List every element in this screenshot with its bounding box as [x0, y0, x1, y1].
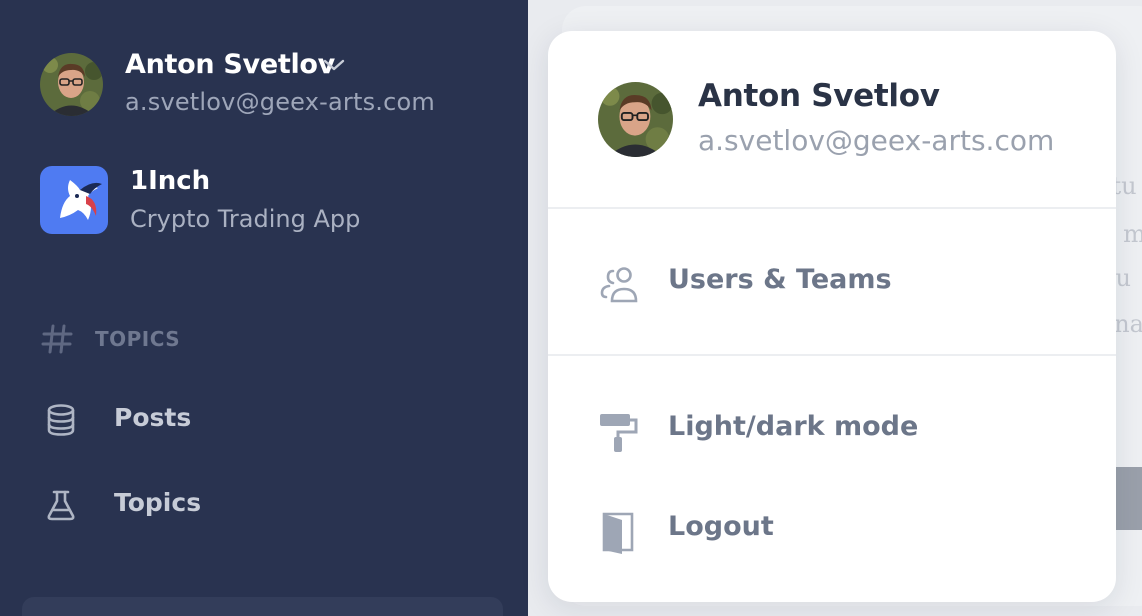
menu-item-label: Light/dark mode: [668, 411, 919, 442]
menu-item-logout[interactable]: Logout: [548, 494, 1116, 564]
sidebar-item-posts[interactable]: Posts: [0, 390, 528, 450]
user-email: a.svetlov@geex-arts.com: [125, 88, 435, 116]
door-icon: [602, 512, 634, 554]
users-icon: [600, 267, 638, 303]
menu-item-light-dark-mode[interactable]: Light/dark mode: [548, 394, 1116, 464]
app-logo[interactable]: [40, 166, 108, 234]
menu-divider: [548, 354, 1116, 356]
section-label-topics: TOPICS: [95, 327, 181, 351]
menu-item-label: Logout: [668, 511, 774, 542]
background-button: [1114, 467, 1142, 530]
menu-item-users-teams[interactable]: Users & Teams: [548, 247, 1116, 317]
app-name[interactable]: 1Inch: [130, 166, 210, 196]
menu-user-email: a.svetlov@geex-arts.com: [698, 124, 1055, 157]
sidebar-item-label: Posts: [114, 403, 192, 432]
sidebar-item-topics[interactable]: Topics: [0, 475, 528, 535]
chevron-down-icon[interactable]: [322, 58, 346, 72]
menu-user-name: Anton Svetlov: [698, 78, 940, 114]
app-subtitle: Crypto Trading App: [130, 205, 361, 233]
sidebar-item-label: Topics: [114, 488, 202, 517]
menu-divider: [548, 207, 1116, 209]
sidebar: Anton Svetlov a.svetlov@geex-arts.com 1I…: [0, 0, 528, 616]
user-dropdown-menu: Anton Svetlov a.svetlov@geex-arts.com Us…: [548, 31, 1116, 602]
flask-icon: [47, 490, 75, 521]
user-avatar[interactable]: [40, 53, 103, 116]
hash-icon: [41, 324, 73, 354]
user-name[interactable]: Anton Svetlov: [125, 49, 335, 80]
database-icon: [47, 404, 75, 436]
paint-roller-icon: [600, 414, 638, 452]
sidebar-bottom-card[interactable]: [22, 597, 503, 616]
menu-item-label: Users & Teams: [668, 264, 892, 295]
menu-user-avatar: [598, 82, 673, 157]
